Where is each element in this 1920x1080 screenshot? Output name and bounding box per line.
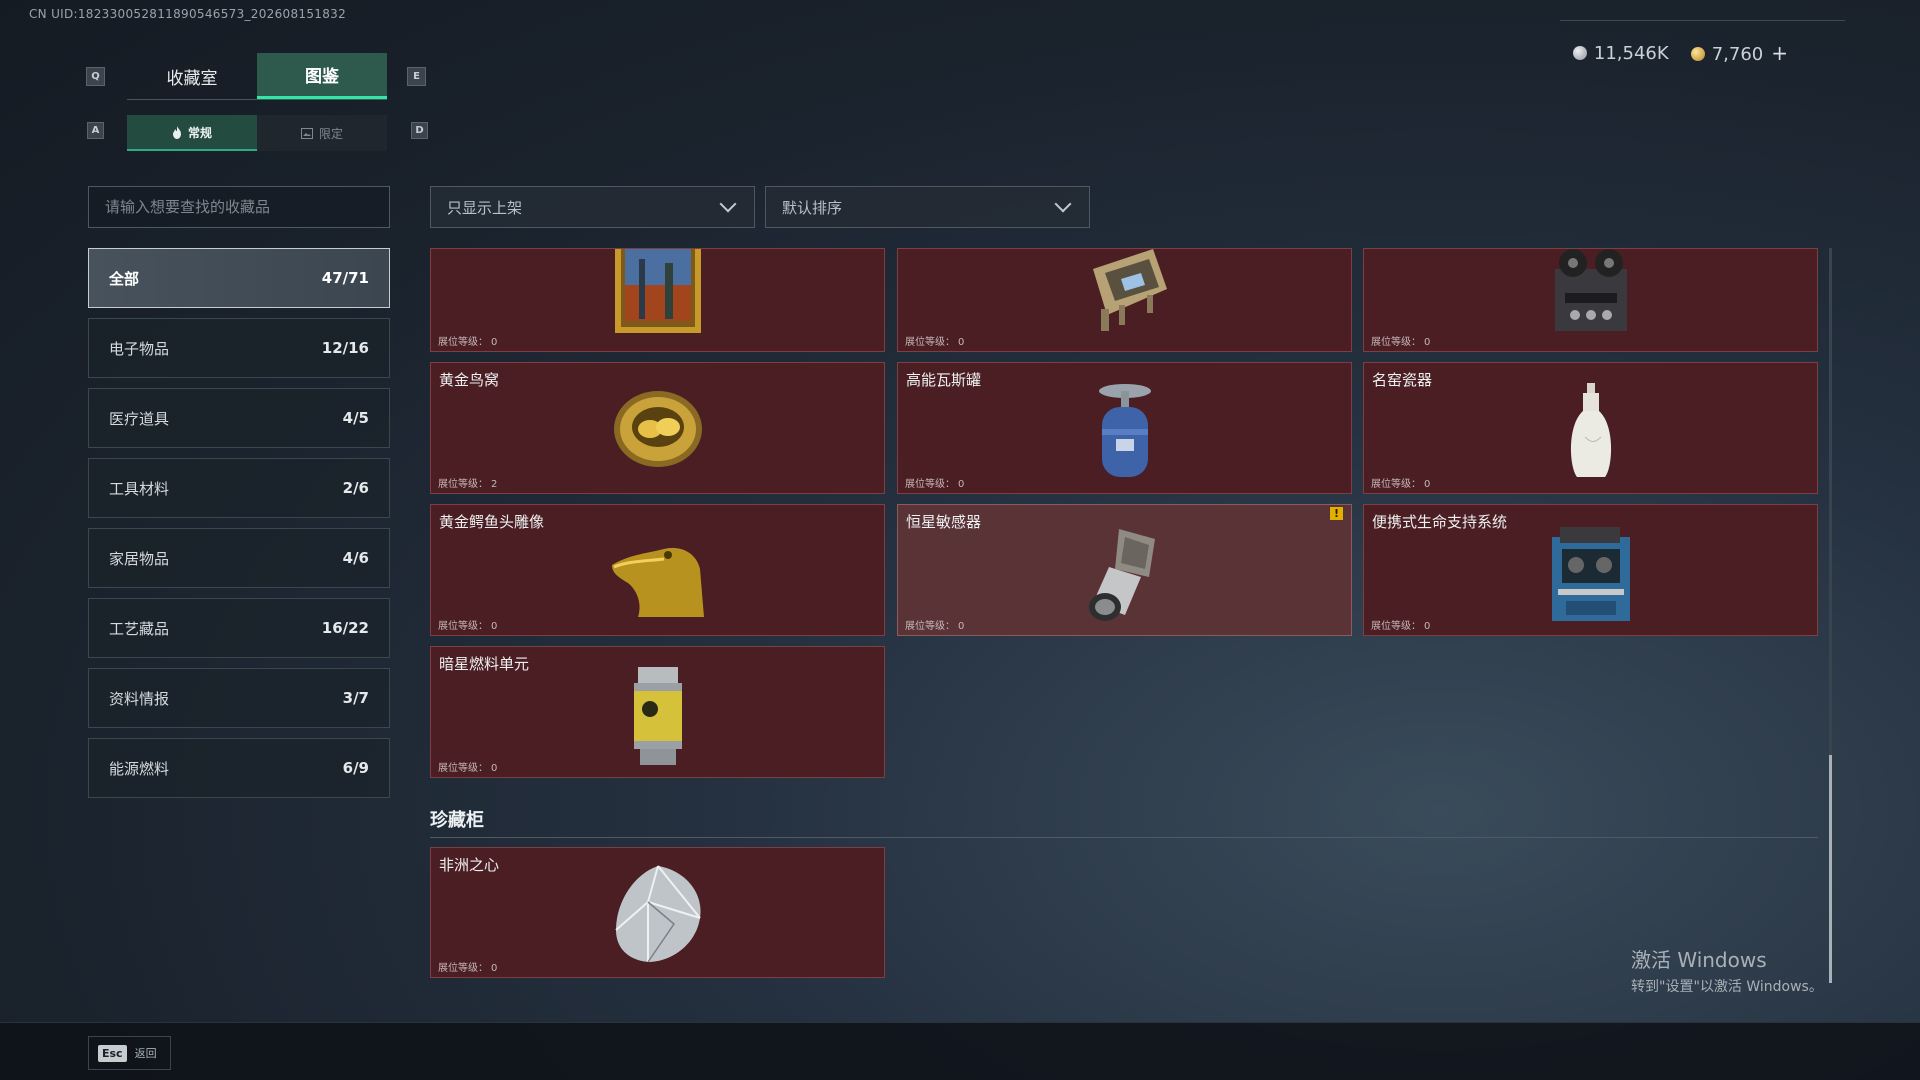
category-energy[interactable]: 能源燃料 6/9 bbox=[88, 738, 390, 798]
watermark-line2: 转到"设置"以激活 Windows。 bbox=[1631, 979, 1823, 995]
filter-dropdown[interactable]: 只显示上架 bbox=[430, 186, 755, 228]
back-label: 返回 bbox=[134, 1047, 157, 1060]
watermark-line1: 激活 Windows bbox=[1631, 948, 1767, 972]
key-a-hint: A bbox=[87, 122, 104, 139]
fuel-cell-icon bbox=[633, 667, 682, 765]
item-card-star-sensor[interactable]: 恒星敏感器 ! 展位等级： 0 bbox=[897, 504, 1352, 636]
main-tabs: 收藏室 图鉴 bbox=[127, 53, 387, 100]
category-all[interactable]: 全部 47/71 bbox=[88, 248, 390, 308]
currency-bar: 11,546K 7,760 + bbox=[1572, 41, 1788, 65]
category-medical[interactable]: 医疗道具 4/5 bbox=[88, 388, 390, 448]
item-card-dark-star-fuel[interactable]: 暗星燃料单元 展位等级： 0 bbox=[430, 646, 885, 778]
flame-icon bbox=[172, 125, 181, 139]
tab-regular-label: 常规 bbox=[187, 125, 212, 140]
item-name: 非洲之心 bbox=[439, 856, 500, 874]
item-name: 黄金鸟窝 bbox=[439, 371, 500, 389]
category-electronics[interactable]: 电子物品 12/16 bbox=[88, 318, 390, 378]
tab-limited-label: 限定 bbox=[318, 126, 343, 141]
item-card-heart-of-africa[interactable]: 非洲之心 展位等级： 0 bbox=[430, 847, 885, 978]
item-card-reel-recorder[interactable]: 展位等级： 0 bbox=[1363, 248, 1818, 352]
electronic-device-icon bbox=[1092, 249, 1167, 331]
gold-coin-icon bbox=[1690, 47, 1705, 61]
reel-recorder-icon bbox=[1554, 249, 1627, 331]
key-q-hint: Q bbox=[86, 67, 105, 86]
framed-painting-icon bbox=[614, 249, 701, 333]
silver-amount: 11,546K bbox=[1593, 42, 1669, 64]
booth-level: 展位等级： 0 bbox=[1371, 337, 1431, 348]
warning-icon: ! bbox=[1330, 507, 1343, 520]
silver-balance: 11,546K bbox=[1572, 42, 1669, 64]
scrollbar[interactable] bbox=[1829, 248, 1832, 983]
item-card-painting[interactable]: 展位等级： 0 bbox=[430, 248, 885, 352]
key-d-hint: D bbox=[411, 122, 428, 139]
item-name: 名窑瓷器 bbox=[1372, 371, 1433, 389]
gold-amount: 7,760 bbox=[1711, 44, 1764, 65]
chevron-down-icon bbox=[1054, 195, 1072, 213]
category-crafts[interactable]: 工艺藏品 16/22 bbox=[88, 598, 390, 658]
booth-level: 展位等级： 0 bbox=[905, 621, 965, 632]
windows-activation-watermark: 激活 Windows 转到"设置"以激活 Windows。 bbox=[1631, 944, 1823, 996]
booth-level: 展位等级： 0 bbox=[438, 621, 498, 632]
section-title-cabinet: 珍藏柜 bbox=[430, 810, 484, 831]
item-card-crocodile-statue[interactable]: 黄金鳄鱼头雕像 展位等级： 0 bbox=[430, 504, 885, 636]
category-tools[interactable]: 工具材料 2/6 bbox=[88, 458, 390, 518]
life-support-icon bbox=[1551, 527, 1630, 621]
item-card-life-support[interactable]: 便携式生命支持系统 展位等级： 0 bbox=[1363, 504, 1818, 636]
item-card-porcelain[interactable]: 名窑瓷器 展位等级： 0 bbox=[1363, 362, 1818, 494]
category-home[interactable]: 家居物品 4/6 bbox=[88, 528, 390, 588]
esc-key-icon: Esc bbox=[98, 1044, 127, 1062]
item-name: 暗星燃料单元 bbox=[439, 655, 530, 673]
silver-coin-icon bbox=[1572, 45, 1587, 60]
item-name: 黄金鳄鱼头雕像 bbox=[439, 513, 545, 531]
category-list: 全部 47/71 电子物品 12/16 医疗道具 4/5 工具材料 2/6 家居物品 4/… bbox=[88, 248, 390, 808]
section-divider bbox=[430, 837, 1818, 838]
booth-level: 展位等级： 0 bbox=[1371, 621, 1431, 632]
uid-label: CN UID:18233005281189054657​3_2026081518… bbox=[29, 7, 347, 21]
sub-tabs: 常规 限定 bbox=[127, 115, 387, 151]
booth-level: 展位等级： 0 bbox=[438, 963, 498, 974]
sort-dropdown-value: 默认排序 bbox=[782, 198, 843, 217]
chevron-down-icon bbox=[719, 195, 737, 213]
booth-level: 展位等级： 0 bbox=[438, 763, 498, 774]
key-e-hint: E bbox=[407, 67, 426, 86]
footer-bar bbox=[0, 1022, 1920, 1080]
item-name: 恒星敏感器 bbox=[906, 513, 982, 531]
gold-balance: 7,760 + bbox=[1690, 41, 1788, 65]
filter-dropdown-value: 只显示上架 bbox=[447, 198, 523, 217]
booth-level: 展位等级： 0 bbox=[438, 337, 498, 348]
image-icon bbox=[300, 127, 313, 139]
crocodile-head-icon bbox=[611, 547, 704, 617]
scrollbar-thumb[interactable] bbox=[1829, 755, 1832, 983]
diamond-icon bbox=[614, 865, 701, 963]
item-card-golden-nest[interactable]: 黄金鸟窝 展位等级： 2 bbox=[430, 362, 885, 494]
porcelain-vase-icon bbox=[1570, 383, 1611, 477]
tab-limited[interactable]: 限定 bbox=[257, 115, 387, 151]
add-currency-button[interactable]: + bbox=[1771, 41, 1788, 65]
gas-canister-icon bbox=[1098, 384, 1151, 477]
top-divider bbox=[1560, 20, 1845, 21]
booth-level: 展位等级： 0 bbox=[905, 337, 965, 348]
booth-level: 展位等级： 0 bbox=[1371, 479, 1431, 490]
item-name: 便携式生命支持系统 bbox=[1372, 513, 1508, 531]
item-card-device[interactable]: 展位等级： 0 bbox=[897, 248, 1352, 352]
tab-regular[interactable]: 常规 bbox=[127, 115, 257, 151]
booth-level: 展位等级： 0 bbox=[905, 479, 965, 490]
booth-level: 展位等级： 2 bbox=[438, 479, 498, 490]
back-button[interactable]: Esc 返回 bbox=[88, 1036, 171, 1070]
search-input[interactable] bbox=[88, 186, 390, 228]
tab-collection-room[interactable]: 收藏室 bbox=[127, 53, 257, 99]
sort-dropdown[interactable]: 默认排序 bbox=[765, 186, 1090, 228]
star-sensor-icon bbox=[1088, 529, 1155, 621]
item-card-gas-canister[interactable]: 高能瓦斯罐 展位等级： 0 bbox=[897, 362, 1352, 494]
item-name: 高能瓦斯罐 bbox=[906, 371, 982, 389]
category-intel[interactable]: 资料情报 3/7 bbox=[88, 668, 390, 728]
golden-nest-icon bbox=[613, 391, 702, 467]
tab-catalog[interactable]: 图鉴 bbox=[257, 53, 387, 99]
